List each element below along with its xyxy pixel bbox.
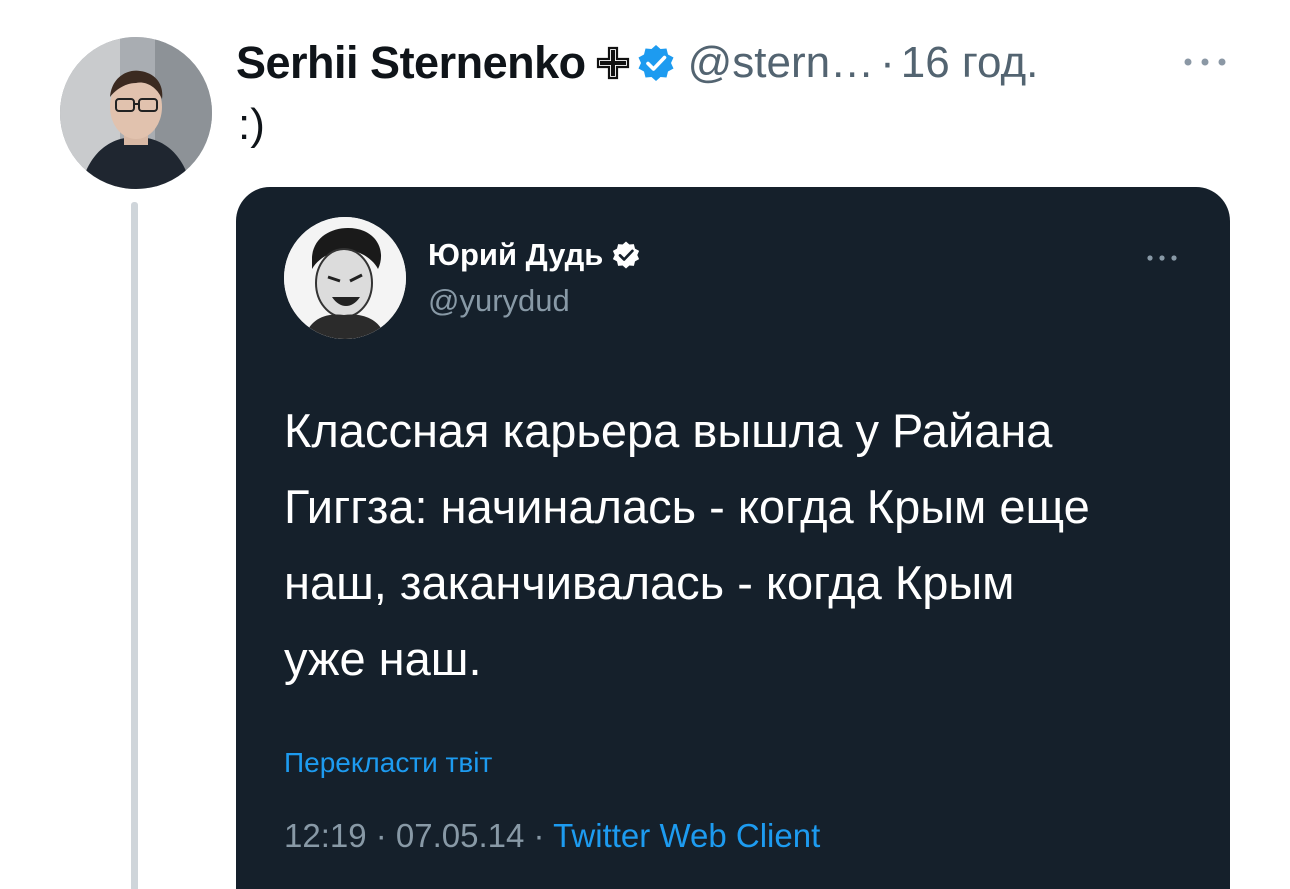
quoted-text-line: Гиггза: начиналась - когда Крым еще [284, 480, 1090, 533]
thread-connector-line [131, 202, 138, 889]
separator-dot: · [880, 38, 895, 87]
attached-image-card[interactable]: Юрий Дудь @yurydud Классная карьера вышл… [236, 187, 1230, 889]
quoted-author-handle: @yurydud [428, 283, 570, 318]
quoted-tweet-text: Классная карьера вышла у Райана Гиггза: … [284, 393, 1204, 697]
avatar-photo [284, 217, 406, 339]
quoted-tweet-meta: 12:19 · 07.05.14 · Twitter Web Client [284, 817, 820, 855]
quoted-author-name: Юрий Дудь [428, 237, 604, 272]
quoted-text-line: наш, заканчивалась - когда Крым [284, 556, 1015, 609]
quoted-text-line: Классная карьера вышла у Райана [284, 404, 1053, 457]
tweet-timestamp[interactable]: 16 год. [901, 38, 1039, 88]
quoted-text-line: уже наш. [284, 632, 482, 685]
quoted-tweet-timestamp: 12:19 · 07.05.14 · [284, 817, 554, 854]
quoted-author-avatar [284, 217, 406, 339]
verified-badge-icon [613, 241, 640, 269]
cross-emoji-icon [596, 46, 629, 80]
translate-tweet-link: Перекласти твіт [284, 747, 493, 778]
tweet-text: :) [238, 100, 265, 149]
quoted-tweet-source: Twitter Web Client [553, 817, 821, 854]
more-horizontal-icon [1147, 255, 1177, 261]
more-horizontal-icon[interactable] [1180, 52, 1230, 72]
avatar-photo [60, 37, 212, 189]
quoted-author-row: Юрий Дудь [428, 237, 641, 273]
author-avatar[interactable] [60, 37, 212, 189]
author-handle[interactable]: @stern… [688, 38, 874, 88]
verified-badge-icon [638, 45, 674, 81]
tweet-header: Serhii Sternenko @stern… · 16 год. [236, 32, 1038, 94]
author-name[interactable]: Serhii Sternenko [236, 37, 586, 89]
tweet-thread-view: Serhii Sternenko @stern… · 16 год. :) Юр… [0, 0, 1290, 889]
